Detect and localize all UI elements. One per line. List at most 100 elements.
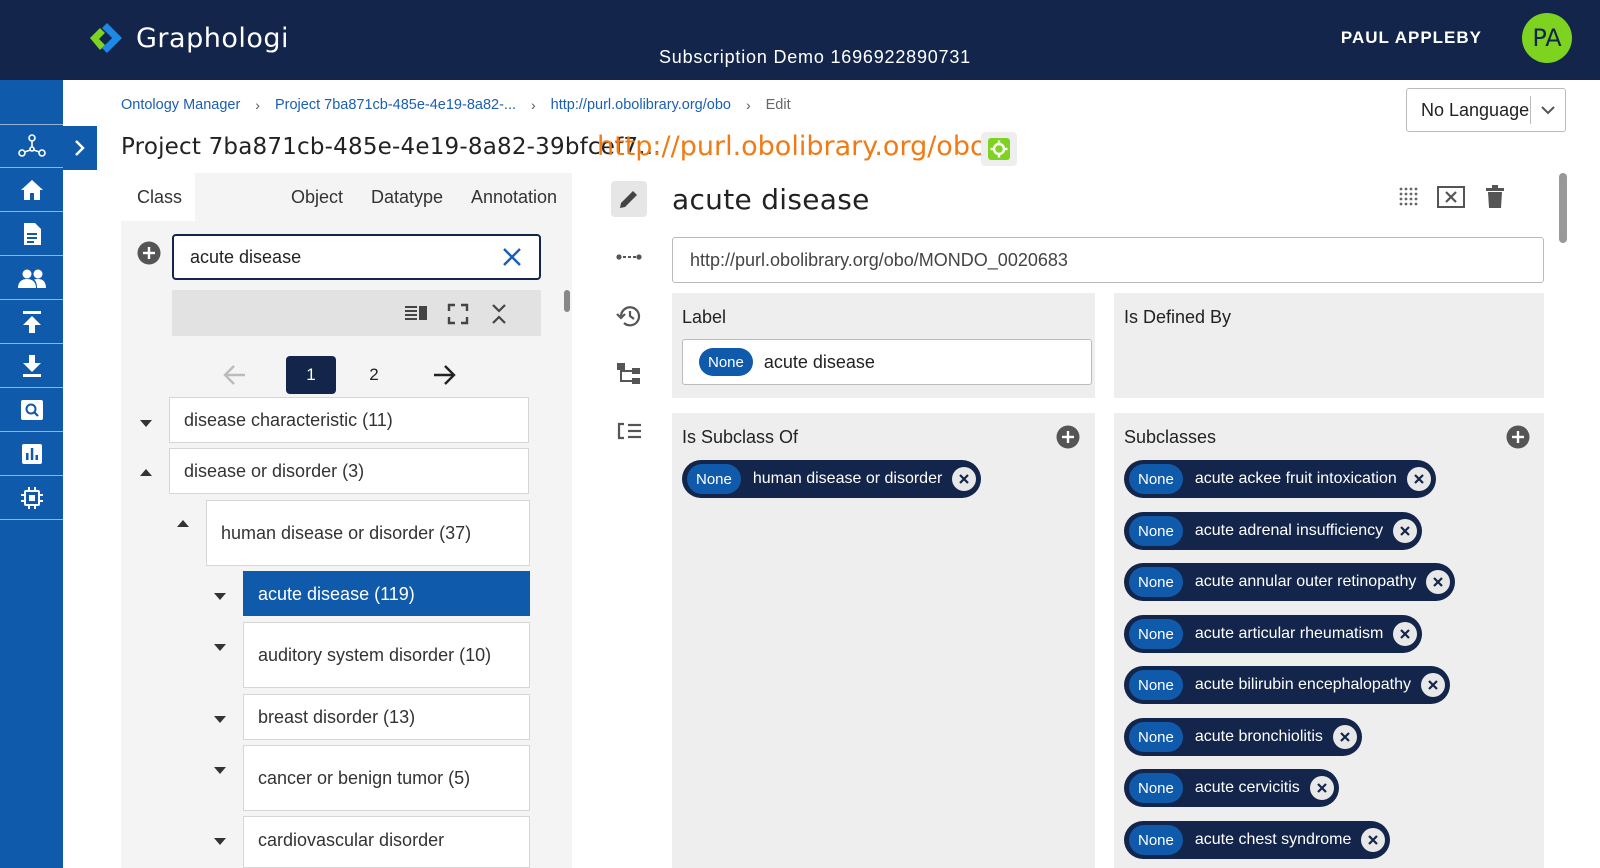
remove-icon[interactable] [1393, 622, 1418, 646]
language-chip[interactable]: None [1129, 773, 1183, 803]
avatar[interactable]: PA [1522, 13, 1572, 63]
label-field[interactable]: None acute disease [682, 339, 1092, 385]
gear-icon [988, 138, 1010, 160]
caret-down-icon[interactable] [213, 642, 227, 652]
delete-icon[interactable] [1481, 183, 1509, 211]
arrow-left-icon[interactable] [222, 362, 248, 388]
home-icon[interactable] [0, 168, 63, 212]
ontology-iri[interactable]: http://purl.obolibrary.org/obo [597, 131, 986, 162]
detail-scrollbar[interactable] [1559, 173, 1567, 243]
superclass-pill[interactable]: None human disease or disorder [682, 460, 982, 498]
tab-object[interactable]: Object [291, 173, 343, 221]
tab-class[interactable]: Class [121, 173, 195, 221]
tree-scrollbar[interactable] [564, 290, 570, 312]
download-icon[interactable] [0, 344, 63, 388]
fullscreen-icon[interactable] [446, 302, 470, 326]
subclass-pill[interactable]: None acute ackee fruit intoxication [1124, 460, 1436, 498]
tree-node[interactable]: cancer or benign tumor (5) [243, 745, 530, 811]
caret-down-icon[interactable] [139, 418, 153, 428]
iri-link-icon[interactable] [611, 239, 647, 275]
remove-icon[interactable] [1332, 725, 1357, 749]
subclass-of-card: Is Subclass Of None human disease or dis… [672, 413, 1095, 868]
subclass-label: acute bronchiolitis [1194, 728, 1323, 745]
remove-icon[interactable] [952, 467, 977, 491]
chip-icon[interactable] [0, 476, 63, 520]
subclass-pill[interactable]: None acute articular rheumatism [1124, 615, 1423, 653]
breadcrumb-ontology[interactable]: http://purl.obolibrary.org/obo [551, 97, 731, 113]
tree-node[interactable]: human disease or disorder (37) [206, 500, 530, 566]
history-icon[interactable] [611, 298, 647, 334]
subclasses-card: Subclasses None acute ackee fruit intoxi… [1114, 413, 1544, 868]
tree-node[interactable]: disease characteristic (11) [169, 397, 529, 443]
caret-up-icon[interactable] [176, 519, 190, 529]
class-search-input[interactable] [174, 246, 484, 268]
collapse-all-icon[interactable] [487, 302, 511, 326]
class-detail-panel: acute disease http://purl.obolibrary.org… [597, 173, 1567, 868]
subscription-name: Subscription Demo 1696922890731 [658, 47, 971, 67]
caret-down-icon[interactable] [213, 714, 227, 724]
tree-node[interactable]: auditory system disorder (10) [243, 622, 530, 688]
language-chip[interactable]: None [1129, 464, 1183, 494]
caret-down-icon[interactable] [213, 836, 227, 846]
remove-icon[interactable] [1421, 673, 1446, 697]
caret-up-icon[interactable] [139, 468, 153, 478]
breadcrumb-project[interactable]: Project 7ba871cb-485e-4e19-8a82-... [275, 97, 516, 113]
language-select[interactable]: No Language [1406, 88, 1566, 132]
remove-icon[interactable] [1309, 776, 1334, 800]
expand-rail-button[interactable] [63, 126, 97, 170]
add-class-icon[interactable] [137, 241, 161, 265]
page-2-button[interactable]: 2 [349, 356, 399, 394]
page-1-button[interactable]: 1 [286, 356, 336, 394]
remove-icon[interactable] [1406, 467, 1431, 491]
subclass-pill[interactable]: None acute bilirubin encephalopathy [1124, 666, 1451, 704]
user-name[interactable]: PAUL APPLEBY [1341, 28, 1482, 48]
search-icon[interactable] [0, 388, 63, 432]
tree-node[interactable]: cardiovascular disorder [243, 816, 530, 868]
language-chip[interactable]: None [1129, 722, 1183, 752]
edit-icon[interactable] [611, 181, 647, 217]
tree-node-selected[interactable]: acute disease (119) [243, 571, 530, 616]
language-chip[interactable]: None [1129, 825, 1183, 855]
language-chip[interactable]: None [699, 348, 753, 376]
chart-icon[interactable] [0, 432, 63, 476]
language-chip[interactable]: None [1129, 567, 1183, 597]
arrow-right-icon[interactable] [431, 362, 457, 388]
language-chip[interactable]: None [1129, 516, 1183, 546]
add-subclass-icon[interactable] [1506, 425, 1530, 449]
tab-annotation[interactable]: Annotation [471, 173, 557, 221]
subclass-label: acute cervicitis [1194, 779, 1300, 796]
grid-dots-icon[interactable] [1395, 183, 1423, 211]
document-icon[interactable] [0, 212, 63, 256]
tab-datatype[interactable]: Datatype [371, 173, 443, 221]
chevron-down-icon[interactable] [1531, 105, 1565, 115]
graph-icon[interactable] [0, 124, 63, 168]
subclass-pill[interactable]: None acute cervicitis [1124, 769, 1339, 807]
upload-icon[interactable] [0, 300, 63, 344]
settings-button[interactable] [981, 132, 1017, 166]
class-search-box [172, 234, 541, 280]
subclass-pill[interactable]: None acute chest syndrome [1124, 821, 1391, 859]
subclass-list-icon[interactable] [611, 413, 647, 449]
tree-node[interactable]: breast disorder (13) [243, 694, 530, 740]
label-card: Label None acute disease [672, 293, 1095, 398]
caret-down-icon[interactable] [213, 765, 227, 775]
subclass-pill[interactable]: None acute adrenal insufficiency [1124, 512, 1423, 550]
view-columns-icon[interactable] [404, 302, 428, 326]
language-chip[interactable]: None [1129, 670, 1183, 700]
subclass-pill[interactable]: None acute annular outer retinopathy [1124, 563, 1456, 601]
close-icon[interactable] [501, 246, 523, 268]
remove-icon[interactable] [1361, 828, 1386, 852]
remove-icon[interactable] [1426, 570, 1451, 594]
subclass-pill[interactable]: None acute bronchiolitis [1124, 718, 1362, 756]
caret-down-icon[interactable] [213, 591, 227, 601]
add-superclass-icon[interactable] [1056, 425, 1080, 449]
people-icon[interactable] [0, 256, 63, 300]
breadcrumb-ontology-manager[interactable]: Ontology Manager [121, 97, 240, 113]
iri-field[interactable]: http://purl.obolibrary.org/obo/MONDO_002… [672, 237, 1544, 283]
hierarchy-icon[interactable] [611, 355, 647, 391]
tree-node[interactable]: disease or disorder (3) [169, 448, 529, 494]
close-box-icon[interactable] [1437, 183, 1465, 211]
language-chip[interactable]: None [687, 464, 741, 494]
remove-icon[interactable] [1393, 519, 1418, 543]
language-chip[interactable]: None [1129, 619, 1183, 649]
